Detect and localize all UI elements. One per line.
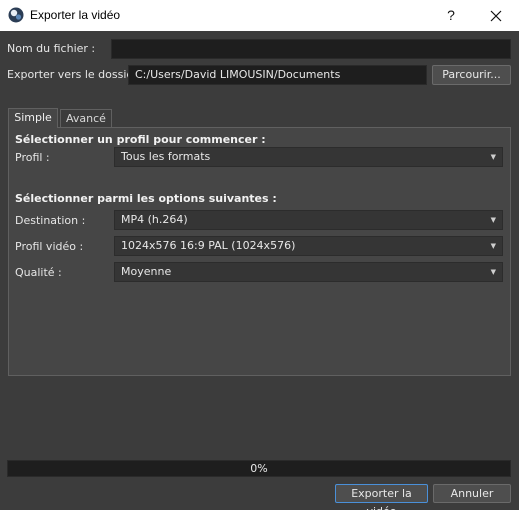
quality-select[interactable]: Moyenne ▼ xyxy=(114,262,503,282)
options-heading: Sélectionner parmi les options suivantes… xyxy=(15,192,277,205)
title-bar: Exporter la vidéo ? xyxy=(0,0,519,31)
destination-select[interactable]: MP4 (h.264) ▼ xyxy=(114,210,503,230)
profile-label: Profil : xyxy=(15,151,50,164)
openshot-logo-icon xyxy=(8,7,24,23)
chevron-down-icon: ▼ xyxy=(490,153,496,161)
export-progress-bar: 0% xyxy=(7,460,511,477)
quality-label: Qualité : xyxy=(15,266,62,279)
profile-select-value: Tous les formats xyxy=(121,150,211,163)
profile-select[interactable]: Tous les formats ▼ xyxy=(114,147,503,167)
folder-label: Exporter vers le dossier xyxy=(7,68,138,81)
video-profile-label: Profil vidéo : xyxy=(15,240,84,253)
chevron-down-icon: ▼ xyxy=(490,268,496,276)
filename-input[interactable] xyxy=(111,39,511,59)
profile-heading: Sélectionner un profil pour commencer : xyxy=(15,133,266,146)
filename-label: Nom du fichier : xyxy=(7,42,96,55)
window-title: Exporter la vidéo xyxy=(30,8,121,22)
progress-text: 0% xyxy=(250,462,268,475)
video-profile-select-value: 1024x576 16:9 PAL (1024x576) xyxy=(121,239,296,252)
tab-advanced[interactable]: Avancé xyxy=(60,109,112,128)
export-video-button[interactable]: Exporter la vidéo xyxy=(335,484,428,510)
quality-select-value: Moyenne xyxy=(121,265,172,278)
cancel-button[interactable]: Annuler xyxy=(433,484,511,503)
destination-select-value: MP4 (h.264) xyxy=(121,213,188,226)
chevron-down-icon: ▼ xyxy=(490,242,496,250)
video-profile-select[interactable]: 1024x576 16:9 PAL (1024x576) ▼ xyxy=(114,236,503,256)
tab-simple[interactable]: Simple xyxy=(8,108,58,128)
close-button[interactable] xyxy=(473,0,519,31)
folder-input[interactable]: C:/Users/David LIMOUSIN/Documents xyxy=(128,65,427,85)
destination-label: Destination : xyxy=(15,214,86,227)
help-button[interactable]: ? xyxy=(428,0,474,31)
browse-button[interactable]: Parcourir... xyxy=(432,65,511,85)
close-icon xyxy=(490,10,502,22)
chevron-down-icon: ▼ xyxy=(490,216,496,224)
